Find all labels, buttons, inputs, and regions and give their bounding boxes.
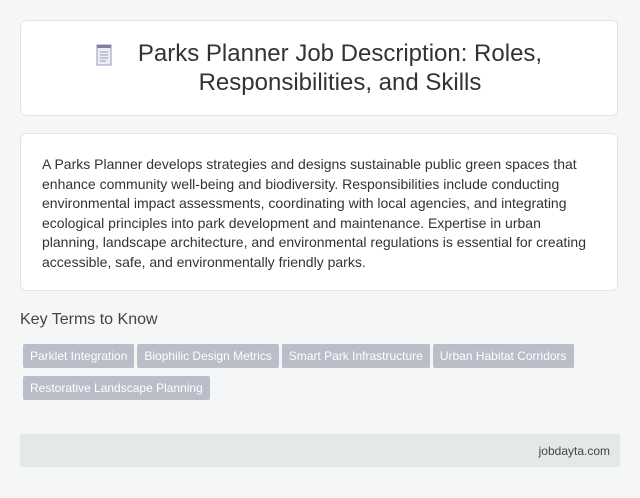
description-card: A Parks Planner develops strategies and … (20, 133, 618, 291)
key-term-tag[interactable]: Parklet Integration (23, 344, 135, 368)
key-term-tag[interactable]: Smart Park Infrastructure (281, 344, 430, 368)
key-term-tag[interactable]: Restorative Landscape Planning (23, 376, 210, 400)
footer-site-link[interactable]: jobdayta.com (539, 444, 610, 458)
title-wrap: Parks Planner Job Description: Roles, Re… (96, 39, 542, 97)
page-title: Parks Planner Job Description: Roles, Re… (138, 39, 542, 97)
title-card: Parks Planner Job Description: Roles, Re… (20, 20, 618, 116)
key-terms-heading: Key Terms to Know (20, 311, 158, 328)
description-text: A Parks Planner develops strategies and … (42, 156, 586, 270)
page-title-line-1: Parks Planner Job Description: Roles, (137, 40, 543, 67)
footer: jobdayta.com (20, 434, 620, 467)
key-term-tag[interactable]: Urban Habitat Corridors (432, 344, 574, 368)
key-term-tag[interactable]: Biophilic Design Metrics (137, 344, 279, 368)
key-terms-tags: Parklet Integration Biophilic Design Metr… (23, 344, 603, 408)
page-title-line-2: Responsibilities, and Skills (198, 69, 482, 96)
document-icon (96, 44, 112, 66)
